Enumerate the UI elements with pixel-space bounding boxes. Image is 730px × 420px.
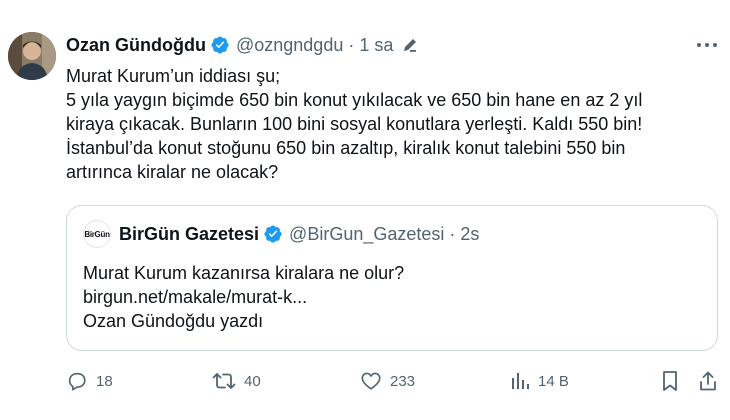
quoted-tweet-header: BirGün BirGün Gazetesi @BirGun_Gazetesi … [83,220,479,248]
quoted-text-line: Murat Kurum kazanırsa kiralara ne olur? [83,263,405,283]
tweet-actions: 18 40 233 14 B [66,368,718,394]
reply-button[interactable]: 18 [66,368,113,394]
more-icon[interactable] [694,34,720,56]
reply-count: 18 [96,372,113,390]
tweet-text-line: Murat Kurum’un iddiası şu; [66,66,281,86]
views-count: 14 B [538,372,569,390]
like-button[interactable]: 233 [360,368,415,394]
tweet-text-line: İstanbul’da konut stoğunu 650 bin azaltı… [66,138,626,158]
quoted-header-separator: · [449,223,456,244]
bookmark-button[interactable] [660,368,680,394]
views-icon [510,370,530,392]
author-avatar[interactable] [8,32,56,80]
retweet-icon [212,370,236,392]
quoted-avatar-logo: BirGün [84,229,110,239]
verified-badge-icon [210,35,230,55]
verified-badge-icon [263,224,283,244]
share-icon [698,370,718,392]
share-button[interactable] [698,368,718,394]
views-button[interactable]: 14 B [510,368,569,394]
retweet-count: 40 [244,372,261,390]
bookmark-icon [660,370,680,392]
tweet-text: Murat Kurum’un iddiası şu; 5 yıla yaygın… [66,64,716,184]
retweet-button[interactable]: 40 [212,368,261,394]
quoted-tweet[interactable]: BirGün BirGün Gazetesi @BirGun_Gazetesi … [66,205,718,351]
tweet-text-line: artırınca kiralar ne olacak? [66,162,279,182]
tweet-text-line: 5 yıla yaygın biçimde 650 bin konut yıkı… [66,90,643,110]
quoted-text-line: Ozan Gündoğdu yazdı [83,311,264,331]
tweet-time[interactable]: 1 sa [359,35,393,56]
quoted-author-avatar[interactable]: BirGün [83,220,111,248]
quoted-tweet-text: Murat Kurum kazanırsa kiralara ne olur? … [83,261,404,333]
like-icon [360,370,382,392]
tweet-text-line: kiraya çıkacak. Bunların 100 bini sosyal… [66,114,643,134]
reply-icon [66,370,88,392]
quoted-text-link[interactable]: birgun.net/makale/murat-k... [83,285,404,309]
header-separator: · [348,34,355,55]
quoted-tweet-time[interactable]: 2s [460,224,479,245]
like-count: 233 [390,372,416,390]
author-handle[interactable]: @ozngndgdu [236,35,343,56]
quoted-author-name[interactable]: BirGün Gazetesi [119,224,259,245]
author-name[interactable]: Ozan Gündoğdu [66,35,206,56]
tweet-header: Ozan Gündoğdu @ozngndgdu · 1 sa [66,33,419,57]
edit-pencil-icon[interactable] [401,36,419,54]
tweet[interactable]: Ozan Gündoğdu @ozngndgdu · 1 sa Murat Ku… [0,0,730,420]
quoted-author-handle[interactable]: @BirGun_Gazetesi [289,224,444,245]
